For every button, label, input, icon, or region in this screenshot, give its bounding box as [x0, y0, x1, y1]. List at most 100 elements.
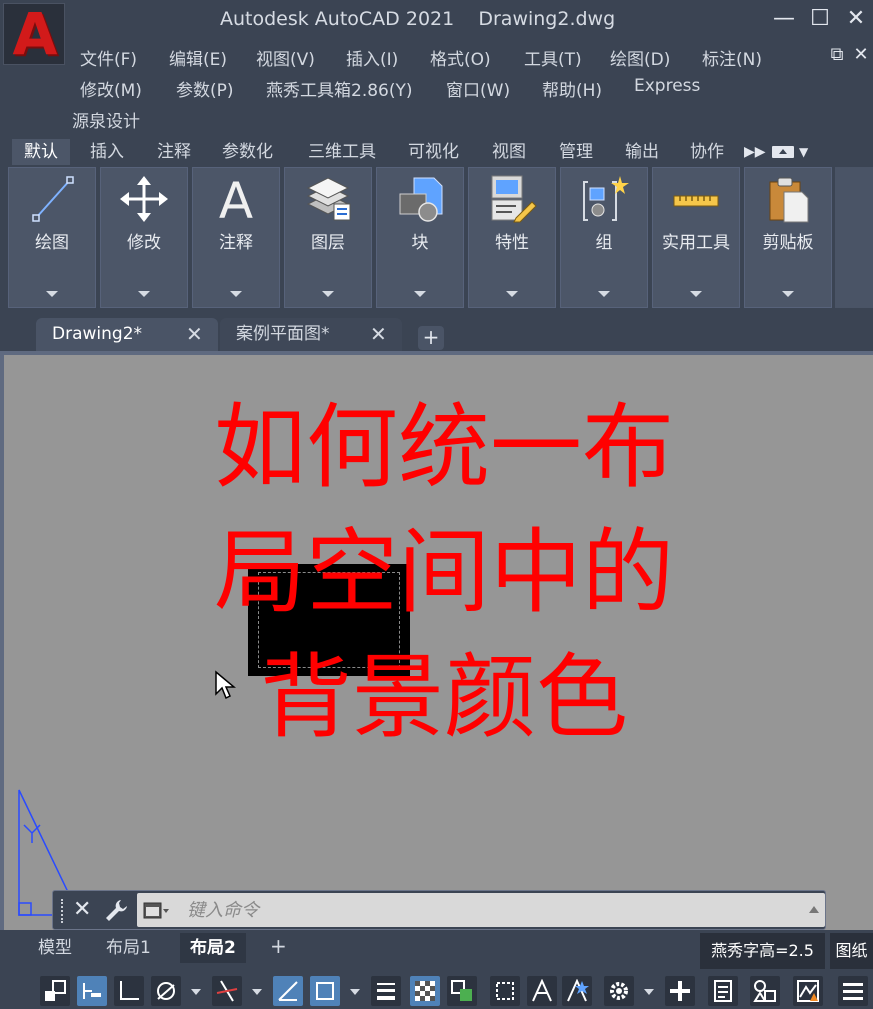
workspace-switching-button[interactable]: [604, 976, 634, 1006]
selection-cycling-button[interactable]: [447, 976, 477, 1006]
panel-layers-label: 图层: [311, 233, 345, 253]
chevron-down-icon[interactable]: [46, 291, 58, 297]
menu-file[interactable]: 文件(F): [80, 45, 137, 70]
command-input-box[interactable]: [137, 893, 825, 927]
customization-menu-button[interactable]: [838, 976, 868, 1006]
chevron-down-icon[interactable]: [598, 291, 610, 297]
close-button[interactable]: ✕: [842, 6, 870, 32]
drag-handle[interactable]: [61, 899, 65, 923]
object-snap-tracking-button[interactable]: [273, 976, 303, 1006]
isolate-objects-button[interactable]: [750, 976, 780, 1006]
menu-tools[interactable]: 工具(T): [524, 45, 582, 70]
drawing-canvas[interactable]: 如何统一布局空间中的背景颜色: [0, 355, 873, 930]
command-input[interactable]: [187, 895, 787, 925]
panel-block[interactable]: 块: [376, 167, 464, 308]
tab-insert[interactable]: 插入: [78, 139, 136, 165]
menu-insert[interactable]: 插入(I): [346, 45, 398, 70]
chevron-down-icon[interactable]: [230, 291, 242, 297]
tab-view[interactable]: 视图: [480, 139, 538, 165]
lineweight-button[interactable]: [371, 976, 401, 1006]
quick-properties-button[interactable]: [708, 976, 738, 1006]
menu-view[interactable]: 视图(V): [256, 45, 315, 70]
tab-manage[interactable]: 管理: [547, 139, 605, 165]
panel-draw[interactable]: 绘图: [8, 167, 96, 308]
chevron-up-icon[interactable]: [809, 906, 819, 913]
isodraft-button[interactable]: [212, 976, 242, 1006]
chevron-down-icon[interactable]: [138, 291, 150, 297]
menu-window[interactable]: 窗口(W): [446, 76, 510, 101]
menu-edit[interactable]: 编辑(E): [169, 45, 227, 70]
chevron-down-icon[interactable]: [644, 989, 654, 995]
chevron-down-icon[interactable]: [191, 989, 201, 995]
panel-annotate[interactable]: A 注释: [192, 167, 280, 308]
annotation-monitor-button[interactable]: [665, 976, 695, 1006]
auto-scale-button[interactable]: [562, 976, 592, 1006]
command-prompt-icon[interactable]: [143, 902, 169, 920]
menu-yanxiu-toolbox[interactable]: 燕秀工具箱2.86(Y): [266, 76, 413, 101]
chevron-down-icon[interactable]: [690, 291, 702, 297]
menu-format[interactable]: 格式(O): [430, 45, 491, 70]
panel-properties[interactable]: 特性: [468, 167, 556, 308]
new-tab-button[interactable]: +: [418, 326, 444, 350]
close-icon[interactable]: ✕: [370, 318, 387, 350]
panel-utilities[interactable]: 实用工具: [652, 167, 740, 308]
ortho-button[interactable]: [114, 976, 144, 1006]
paper-space-toggle[interactable]: 图纸: [830, 933, 873, 969]
overlay-title: 如何统一布局空间中的背景颜色: [213, 394, 674, 751]
yanxiu-text-height[interactable]: 燕秀字高=2.5: [700, 933, 825, 969]
graphics-performance-button[interactable]: [793, 976, 823, 1006]
tab-visualize[interactable]: 可视化: [396, 139, 471, 165]
panel-layers[interactable]: 图层: [284, 167, 372, 308]
more-tabs-icon[interactable]: ▶▶: [744, 141, 766, 163]
menu-parametric[interactable]: 参数(P): [176, 76, 234, 101]
chevron-down-icon[interactable]: [350, 989, 360, 995]
object-snap-button[interactable]: [310, 976, 340, 1006]
panel-clipboard[interactable]: 剪贴板: [744, 167, 832, 308]
svg-text:A: A: [219, 174, 253, 224]
close-document-button[interactable]: ✕: [850, 44, 872, 66]
transparency-button[interactable]: [410, 976, 440, 1006]
hamburger-menu-icon: [843, 983, 863, 1000]
annotation-visibility-button[interactable]: [527, 976, 557, 1006]
panel-clipboard-label: 剪贴板: [762, 233, 814, 253]
layout-tab-layout1[interactable]: 布局1: [106, 933, 151, 963]
chevron-down-icon[interactable]: [322, 291, 334, 297]
ribbon-minimize-button[interactable]: ▼: [772, 143, 812, 161]
wrench-icon[interactable]: [103, 897, 129, 923]
chevron-down-icon[interactable]: [506, 291, 518, 297]
grid-snap-button[interactable]: [77, 976, 107, 1006]
chevron-down-icon[interactable]: [414, 291, 426, 297]
layout-tab-model[interactable]: 模型: [38, 933, 72, 963]
menu-draw[interactable]: 绘图(D): [610, 45, 670, 70]
panel-modify[interactable]: 修改: [100, 167, 188, 308]
menu-modify[interactable]: 修改(M): [80, 76, 142, 101]
tab-parametric[interactable]: 参数化: [210, 139, 285, 165]
close-icon[interactable]: ✕: [186, 318, 203, 350]
properties-icon: [491, 175, 537, 223]
tab-collaborate[interactable]: 协作: [678, 139, 736, 165]
tab-default[interactable]: 默认: [12, 139, 70, 165]
tab-annotate[interactable]: 注释: [145, 139, 203, 165]
tab-output[interactable]: 输出: [613, 139, 671, 165]
restore-document-button[interactable]: ⧉: [826, 44, 848, 66]
chevron-down-icon[interactable]: [782, 291, 794, 297]
menu-dimension[interactable]: 标注(N): [702, 45, 762, 70]
tab-3d-tools[interactable]: 三维工具: [296, 139, 388, 165]
menu-express[interactable]: Express: [634, 76, 700, 96]
add-layout-button[interactable]: +: [270, 934, 290, 958]
model-space-button[interactable]: [40, 976, 70, 1006]
autocad-logo-button[interactable]: A: [3, 0, 65, 68]
3d-osnap-button[interactable]: [490, 976, 520, 1006]
move-icon: [120, 176, 168, 222]
menu-help[interactable]: 帮助(H): [542, 76, 602, 101]
menu-yuanquan-design[interactable]: 源泉设计: [72, 107, 140, 132]
close-icon[interactable]: ✕: [73, 895, 95, 925]
doc-tab-case-floorplan[interactable]: 案例平面图* ✕: [220, 318, 402, 354]
polar-tracking-button[interactable]: [151, 976, 181, 1006]
chevron-down-icon[interactable]: [252, 989, 262, 995]
panel-group[interactable]: 组: [560, 167, 648, 308]
minimize-button[interactable]: —: [770, 6, 798, 32]
layout-tab-layout2[interactable]: 布局2: [180, 933, 246, 963]
maximize-button[interactable]: ☐: [806, 6, 834, 32]
doc-tab-drawing2[interactable]: Drawing2* ✕: [36, 318, 218, 354]
